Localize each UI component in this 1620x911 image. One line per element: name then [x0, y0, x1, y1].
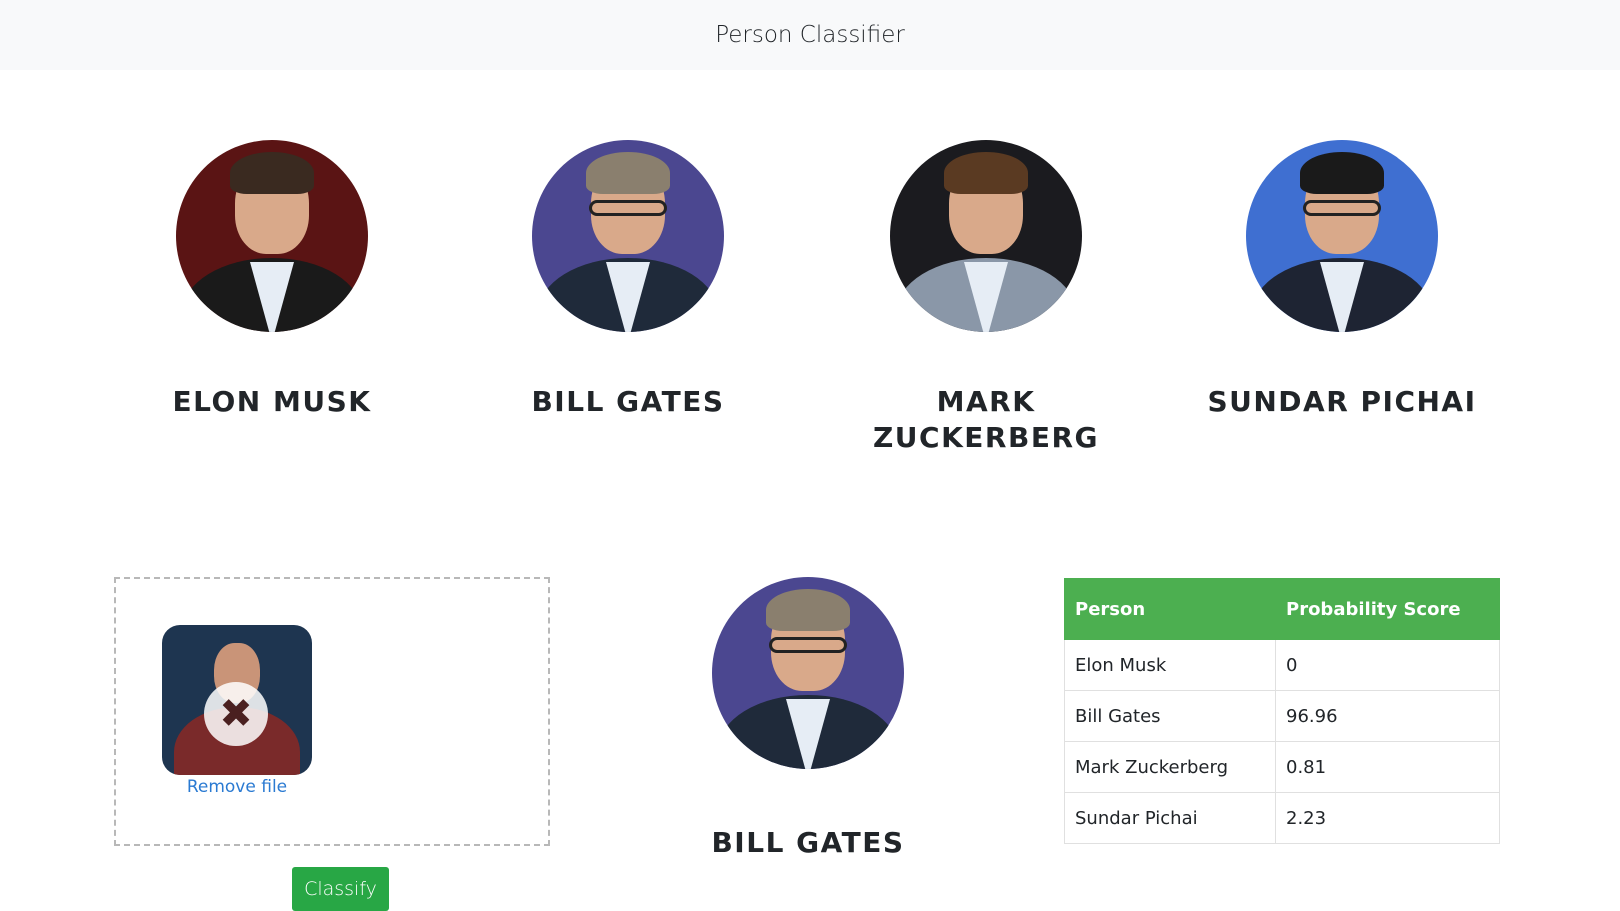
- result-name: Bill Gates: [711, 826, 905, 859]
- table-cell-person: Mark Zuckerberg: [1064, 741, 1276, 793]
- result-card: Bill Gates: [658, 577, 958, 861]
- table-header-score: Probability Score: [1275, 578, 1500, 640]
- upload-dropzone[interactable]: ✖ Remove file: [114, 577, 550, 846]
- table-row: Elon Musk 0: [1064, 639, 1500, 691]
- result-photo: [712, 577, 904, 769]
- person-card-bill-gates: Bill Gates: [478, 140, 778, 420]
- table-cell-score: 0: [1275, 639, 1500, 691]
- person-name: Bill Gates: [531, 385, 725, 418]
- person-name: Sundar Pichai: [1207, 385, 1477, 418]
- table-cell-score: 96.96: [1275, 690, 1500, 742]
- person-card-sundar-pichai: Sundar Pichai: [1192, 140, 1492, 420]
- classify-button[interactable]: Classify: [292, 867, 389, 911]
- person-name: Elon Musk: [172, 385, 372, 418]
- person-photo: [1246, 140, 1438, 332]
- table-cell-person: Elon Musk: [1064, 639, 1276, 691]
- table-row: Mark Zuckerberg 0.81: [1064, 741, 1500, 793]
- person-card-mark-zuckerberg: Mark Zuckerberg: [836, 140, 1136, 456]
- table-cell-score: 2.23: [1275, 792, 1500, 844]
- person-photo: [176, 140, 368, 332]
- table-row: Bill Gates 96.96: [1064, 690, 1500, 742]
- table-header-person: Person: [1064, 578, 1276, 640]
- table-row: Sundar Pichai 2.23: [1064, 792, 1500, 844]
- remove-file-link[interactable]: Remove file: [162, 777, 312, 797]
- person-name: Mark Zuckerberg: [873, 385, 1099, 454]
- table-cell-person: Sundar Pichai: [1064, 792, 1276, 844]
- probability-table: Person Probability Score Elon Musk 0 Bil…: [1064, 578, 1500, 844]
- uploaded-image-preview: ✖: [162, 625, 312, 775]
- table-cell-score: 0.81: [1275, 741, 1500, 793]
- person-photo: [890, 140, 1082, 332]
- navbar: Person Classifier: [0, 0, 1620, 70]
- remove-file-icon[interactable]: ✖: [204, 682, 268, 746]
- table-cell-person: Bill Gates: [1064, 690, 1276, 742]
- table-header-row: Person Probability Score: [1064, 578, 1500, 640]
- navbar-brand[interactable]: Person Classifier: [715, 22, 905, 48]
- person-photo: [532, 140, 724, 332]
- person-card-elon-musk: Elon Musk: [122, 140, 422, 420]
